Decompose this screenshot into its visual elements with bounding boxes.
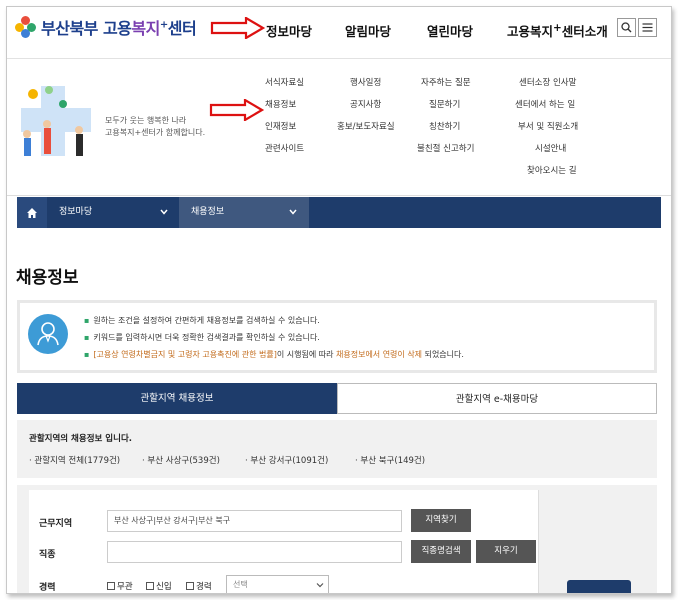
tab-jurisdiction-jobs[interactable]: 관할지역 채용정보 (17, 383, 337, 414)
mega-link-roles[interactable]: 센터에서 하는 일 (515, 98, 578, 120)
summary-link-all[interactable]: · 관할지역 전체(1779건) (29, 454, 120, 466)
search-form-area: 근무지역 부산 사상구|부산 강서구|부산 북구 지역찾기 직종 직종명검색 지… (17, 485, 657, 593)
mega-link-related[interactable]: 관련사이트 (265, 142, 304, 164)
sub-navigation: 정보마당 채용정보 (17, 197, 661, 228)
page-title: 채용정보 (16, 268, 79, 288)
nav-open[interactable]: 열린마당 (427, 21, 473, 40)
summary-link-buk[interactable]: · 부산 북구(149건) (355, 454, 425, 466)
red-arrow-annotation-icon (210, 17, 266, 39)
notice-line: ▪ 키워드를 입력하시면 더욱 정확한 검색결과를 확인하실 수 있습니다. (84, 333, 320, 342)
home-icon (27, 207, 37, 218)
mega-link-facility[interactable]: 시설안내 (515, 142, 578, 164)
hamburger-menu-icon (642, 23, 653, 32)
job-type-input[interactable] (107, 541, 402, 563)
mega-menu: 모두가 웃는 행복한 나라 고용복지+센터가 함께합니다. 서식자료실 채용정보… (7, 60, 671, 196)
mega-link-press[interactable]: 홍보/보도자료실 (337, 120, 395, 142)
info-notice-box: ▪ 원하는 조건을 설정하여 간편하게 채용정보를 검색하실 수 있습니다. ▪ 키… (17, 300, 657, 373)
career-any-checkbox[interactable]: 무관 (107, 580, 133, 592)
career-label: 경력 (39, 583, 56, 593)
mega-link-faq[interactable]: 자주하는 질문 (417, 76, 474, 98)
notice-list: ▪ 원하는 조건을 설정하여 간편하게 채용정보를 검색하실 수 있습니다. ▪ 키… (84, 312, 464, 363)
mega-link-staff[interactable]: 부서 및 직원소개 (515, 120, 578, 142)
mega-link-talent[interactable]: 인재정보 (265, 120, 304, 142)
site-logo[interactable]: 부산북부 고용복지+센터 (15, 15, 197, 39)
mega-link-praise[interactable]: 칭찬하기 (417, 120, 474, 142)
nav-info[interactable]: 정보마당 (266, 21, 312, 40)
career-new-checkbox[interactable]: 신입 (146, 580, 172, 592)
career-select[interactable]: 선택 (226, 575, 329, 593)
region-label: 근무지역 (39, 519, 73, 529)
summary-link-gangseo[interactable]: · 부산 강서구(1091건) (245, 454, 328, 466)
job-name-search-button[interactable]: 직종명검색 (411, 540, 471, 563)
nav-center-intro[interactable]: 고용복지+센터소개 (507, 21, 608, 40)
logo-text: 부산북부 고용복지+센터 (41, 19, 197, 38)
red-arrow-annotation-icon (209, 99, 265, 121)
region-search-button[interactable]: 지역찾기 (411, 509, 471, 532)
mega-col-notice: 행사일정 공지사항 홍보/보도자료실 (337, 76, 395, 142)
mega-col-center: 센터소장 인사말 센터에서 하는 일 부서 및 직원소개 시설안내 찾아오시는 … (515, 76, 578, 186)
mega-link-events[interactable]: 행사일정 (337, 76, 395, 98)
mega-link-complaint[interactable]: 불친절 신고하기 (417, 142, 474, 164)
consultant-icon (28, 314, 68, 354)
mega-link-greeting[interactable]: 센터소장 인사말 (515, 76, 578, 98)
logo-mark-icon (15, 16, 37, 38)
clear-button[interactable]: 지우기 (476, 540, 536, 563)
mega-col-info: 서식자료실 채용정보 인재정보 관련사이트 (265, 76, 304, 164)
notice-line: ▪ 원하는 조건을 설정하여 간편하게 채용정보를 검색하실 수 있습니다. (84, 316, 320, 325)
home-button[interactable] (17, 197, 47, 228)
region-input[interactable]: 부산 사상구|부산 강서구|부산 북구 (107, 510, 402, 532)
mega-col-open: 자주하는 질문 질문하기 칭찬하기 불친절 신고하기 (417, 76, 474, 164)
mega-slogan: 모두가 웃는 행복한 나라 고용복지+센터가 함께합니다. (105, 116, 206, 137)
chevron-down-icon (289, 209, 297, 215)
tab-e-recruit[interactable]: 관할지역 e-채용마당 (337, 383, 657, 414)
site-header: 부산북부 고용복지+센터 정보마당 알림마당 열린마당 고용복지+센터소개 (7, 7, 671, 59)
job-type-label: 직종 (39, 550, 56, 560)
subnav-info-dropdown[interactable]: 정보마당 (47, 197, 177, 228)
summary-title: 관할지역의 채용정보 입니다. (29, 434, 132, 444)
search-button[interactable] (617, 18, 636, 37)
mega-link-jobs[interactable]: 채용정보 (265, 98, 304, 120)
browser-frame: 부산북부 고용복지+센터 정보마당 알림마당 열린마당 고용복지+센터소개 모두… (6, 6, 672, 594)
mega-link-ask[interactable]: 질문하기 (417, 98, 474, 120)
mega-link-announcements[interactable]: 공지사항 (337, 98, 395, 120)
search-icon (621, 22, 632, 33)
search-form: 근무지역 부산 사상구|부산 강서구|부산 북구 지역찾기 직종 직종명검색 지… (29, 490, 539, 593)
chevron-down-icon (316, 583, 324, 588)
career-experienced-checkbox[interactable]: 경력 (186, 580, 212, 592)
mega-link-directions[interactable]: 찾아오시는 길 (515, 164, 578, 186)
submit-search-button[interactable] (567, 580, 631, 593)
menu-button[interactable] (638, 18, 657, 37)
jobs-summary: 관할지역의 채용정보 입니다. · 관할지역 전체(1779건) · 부산 사상… (17, 420, 657, 478)
summary-link-sasang[interactable]: · 부산 사상구(539건) (142, 454, 220, 466)
chevron-down-icon (160, 209, 168, 215)
mega-link-forms[interactable]: 서식자료실 (265, 76, 304, 98)
nav-notice[interactable]: 알림마당 (345, 21, 391, 40)
notice-line: ▪ [고용상 연령차별금지 및 고령자 고용촉진에 관한 법률]이 시행됨에 따라… (84, 350, 464, 359)
people-illustration-icon (21, 86, 91, 156)
